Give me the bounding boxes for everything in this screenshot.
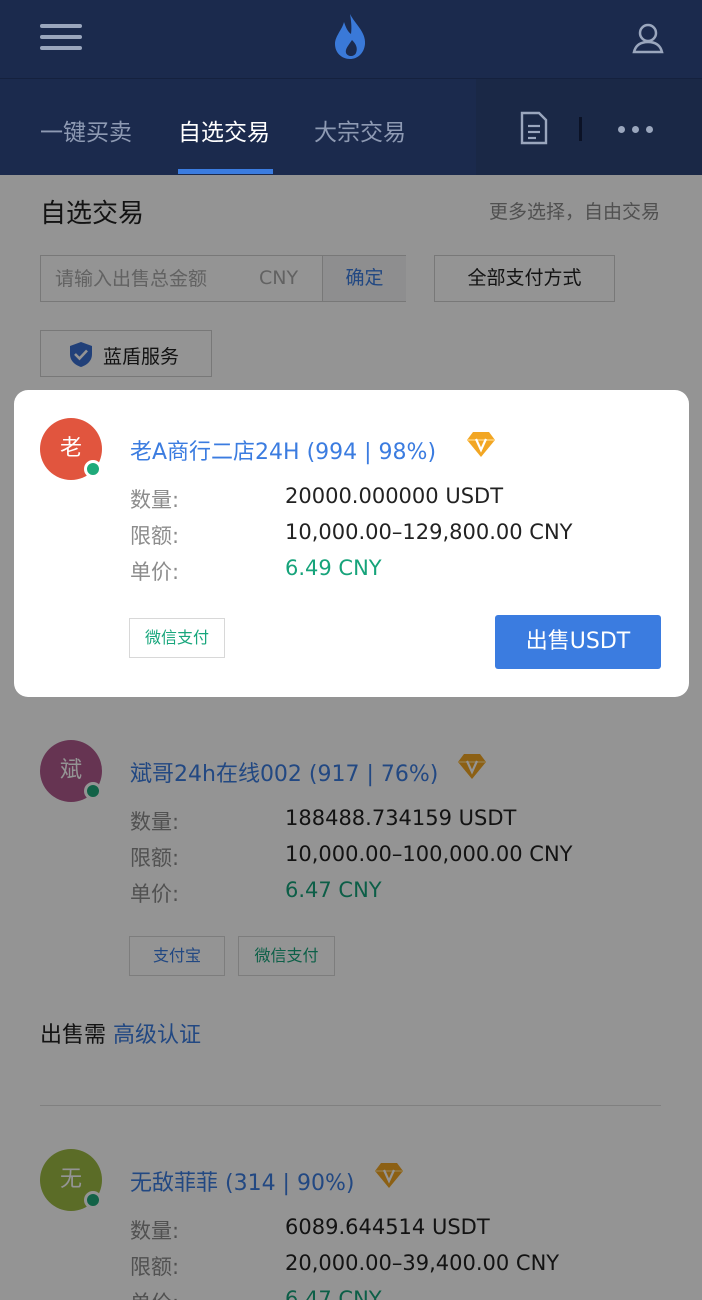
hamburger-menu-icon[interactable] [40, 24, 82, 50]
highlighted-offer-card: 老 老A商行二店24H (994 | 98%) 数量: 20000.000000… [14, 390, 689, 697]
wechat-pay-tag: 微信支付 [129, 618, 225, 658]
merchant-name-link[interactable]: 老A商行二店24H (994 | 98%) [130, 434, 436, 466]
vip-diamond-icon [467, 432, 495, 457]
tab-bar-divider [579, 117, 582, 141]
tab-bulk-trade[interactable]: 大宗交易 [314, 113, 406, 147]
price-label: 单价: [130, 560, 180, 584]
tab-bar-actions [476, 79, 702, 176]
limit-label: 限额: [130, 524, 180, 548]
online-status-dot [84, 460, 102, 478]
sell-usdt-button[interactable]: 出售USDT [495, 615, 661, 669]
trade-tab-bar: 一键买卖 自选交易 大宗交易 [0, 78, 702, 176]
limit-value: 10,000.00–129,800.00 CNY [285, 520, 573, 544]
more-options-icon[interactable] [618, 126, 654, 134]
tab-quick-trade[interactable]: 一键买卖 [40, 113, 132, 147]
top-navigation-bar [0, 0, 702, 78]
tab-custom-trade[interactable]: 自选交易 [178, 113, 270, 147]
user-profile-icon[interactable] [630, 20, 666, 56]
dim-overlay [0, 175, 702, 1300]
quantity-value: 20000.000000 USDT [285, 484, 504, 508]
flame-logo-icon[interactable] [330, 12, 370, 60]
order-document-icon[interactable] [520, 111, 548, 145]
quantity-label: 数量: [130, 488, 180, 512]
price-value: 6.49 CNY [285, 556, 382, 580]
active-tab-indicator [178, 169, 273, 174]
